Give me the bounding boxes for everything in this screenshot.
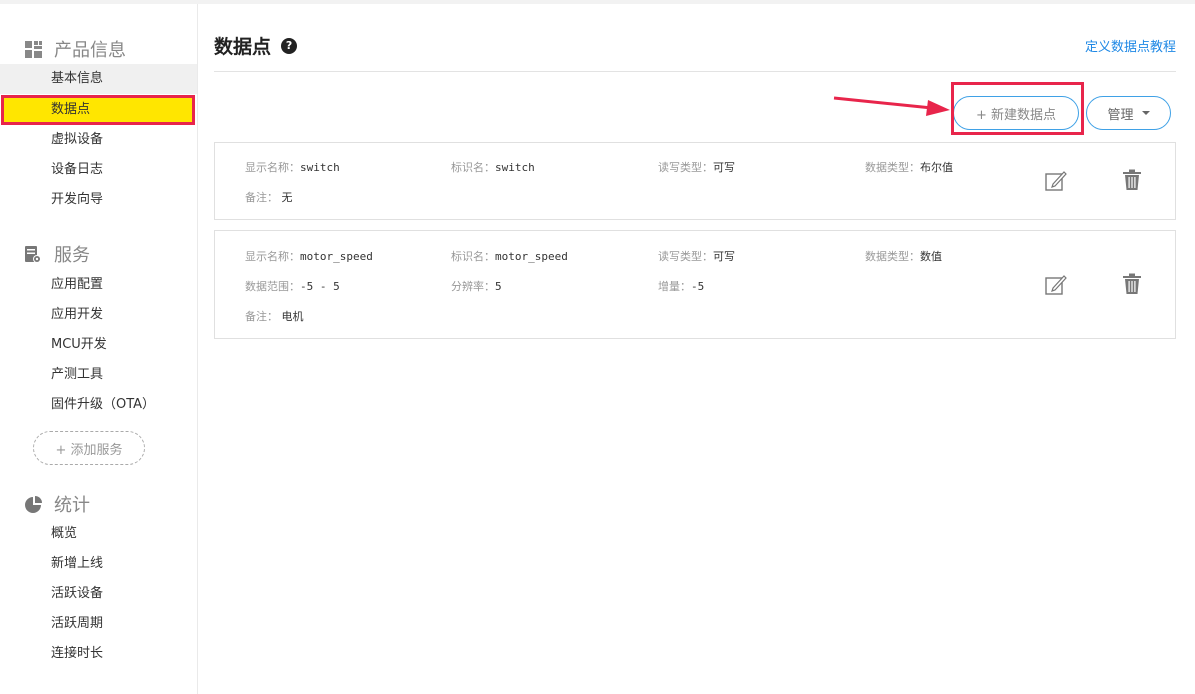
sidebar-item-datapoints[interactable]: 数据点 (1, 95, 195, 125)
sidebar-item-app-dev[interactable]: 应用开发 (0, 300, 197, 330)
tutorial-link[interactable]: 定义数据点教程 (1085, 36, 1176, 55)
sidebar-item-basic-info[interactable]: 基本信息 (0, 64, 197, 94)
manage-dropdown-button[interactable]: 管理 (1086, 96, 1171, 130)
section-product-info: 产品信息 (24, 36, 126, 62)
field-identifier: 标识名：switch (451, 161, 535, 174)
section-title: 产品信息 (54, 40, 126, 61)
edit-icon[interactable] (1045, 274, 1067, 296)
sidebar-item-virtual-device[interactable]: 虚拟设备 (0, 125, 197, 155)
page-title-text: 数据点 (214, 36, 272, 58)
field-range: 数据范围：-5 - 5 (245, 280, 340, 293)
datapoint-card: 显示名称：switch 标识名：switch 读写类型：可写 数据类型：布尔值 … (214, 142, 1176, 220)
field-display-name: 显示名称：switch (245, 161, 340, 174)
field-remark: 备注： 无 (245, 191, 293, 204)
section-title: 服务 (54, 245, 90, 266)
field-remark: 备注： 电机 (245, 310, 304, 323)
arrow-annotation-icon (833, 96, 950, 116)
trash-icon[interactable] (1122, 169, 1142, 191)
sidebar-item-active-devices[interactable]: 活跃设备 (0, 579, 197, 609)
datapoint-card: 显示名称：motor_speed 标识名：motor_speed 读写类型：可写… (214, 230, 1176, 339)
trash-icon[interactable] (1122, 273, 1142, 295)
sidebar-item-app-config[interactable]: 应用配置 (0, 270, 197, 300)
server-icon (24, 245, 42, 263)
sidebar-item-mcu-dev[interactable]: MCU开发 (0, 330, 197, 360)
sidebar-item-overview[interactable]: 概览 (0, 519, 197, 549)
question-circle-icon[interactable]: ? (281, 37, 298, 54)
field-data-type: 数据类型：数值 (865, 250, 942, 263)
section-services: 服务 (24, 241, 90, 267)
new-datapoint-button[interactable]: + 新建数据点 (953, 96, 1079, 130)
field-display-name: 显示名称：motor_speed (245, 250, 373, 263)
page-title: 数据点 ? (214, 32, 298, 59)
pie-chart-icon (24, 495, 42, 513)
field-increment: 增量：-5 (658, 280, 705, 293)
add-service-button[interactable]: + 添加服务 (33, 431, 145, 465)
sidebar-item-test-tool[interactable]: 产测工具 (0, 360, 197, 390)
field-rw-type: 读写类型：可写 (658, 161, 735, 174)
divider (214, 71, 1176, 72)
sidebar-item-dev-guide[interactable]: 开发向导 (0, 185, 197, 215)
sidebar-item-device-log[interactable]: 设备日志 (0, 155, 197, 185)
manage-label: 管理 (1107, 107, 1134, 123)
section-stats: 统计 (24, 491, 90, 517)
sidebar-item-active-period[interactable]: 活跃周期 (0, 609, 197, 639)
sidebar: 产品信息 基本信息 数据点 虚拟设备 设备日志 开发向导 服务 应用配置 应用开… (0, 4, 198, 694)
caret-down-icon (1141, 111, 1150, 115)
field-identifier: 标识名：motor_speed (451, 250, 568, 263)
sidebar-item-ota[interactable]: 固件升级（OTA） (0, 390, 197, 420)
edit-icon[interactable] (1045, 170, 1067, 192)
section-title: 统计 (54, 495, 90, 516)
sidebar-item-new-online[interactable]: 新增上线 (0, 549, 197, 579)
field-rw-type: 读写类型：可写 (658, 250, 735, 263)
sidebar-item-connect-duration[interactable]: 连接时长 (0, 639, 197, 669)
field-resolution: 分辨率：5 (451, 280, 502, 293)
field-data-type: 数据类型：布尔值 (865, 161, 953, 174)
grid-icon (24, 40, 42, 58)
